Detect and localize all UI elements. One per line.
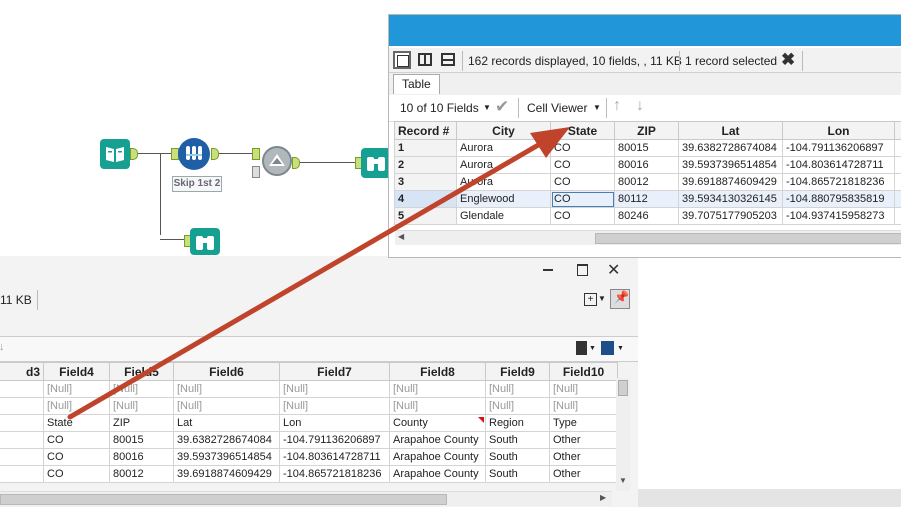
annotation-arrow	[67, 127, 570, 420]
